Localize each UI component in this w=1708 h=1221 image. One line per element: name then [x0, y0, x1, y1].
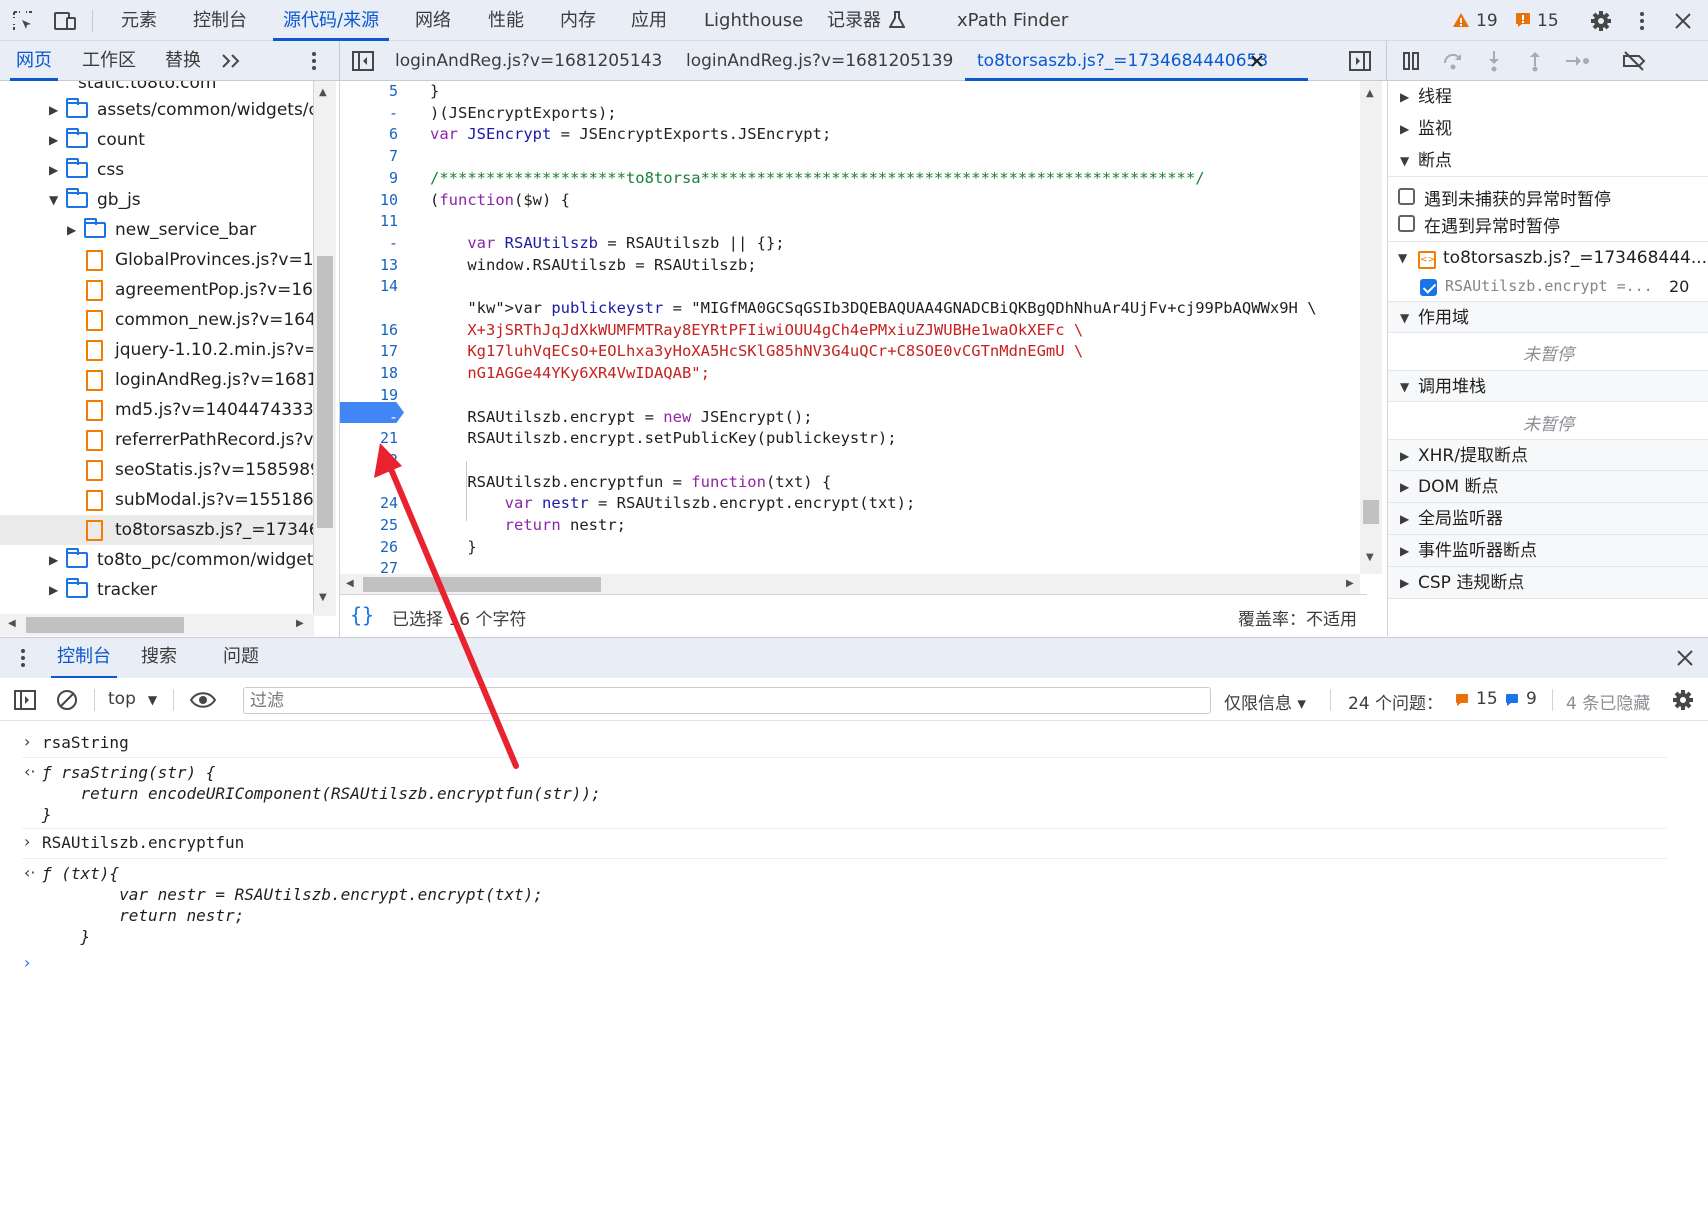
- annotation-arrow: [374, 443, 519, 769]
